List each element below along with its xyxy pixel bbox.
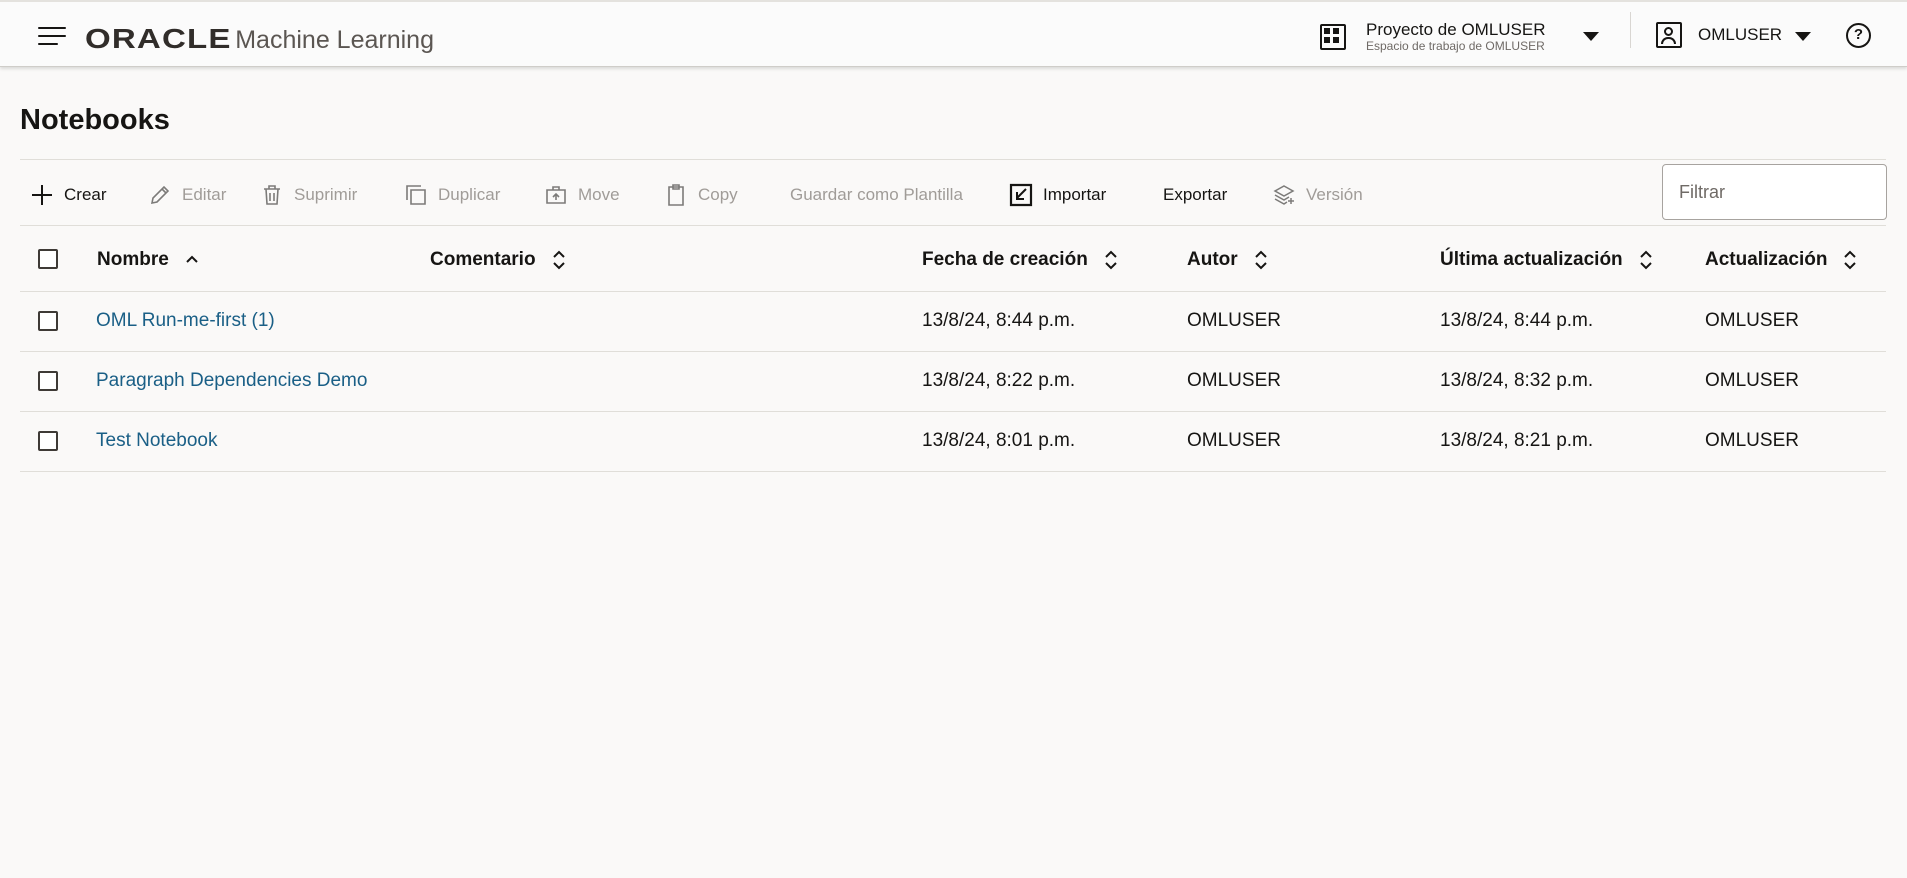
column-header-comment[interactable]: Comentario <box>430 249 566 271</box>
duplicate-icon <box>404 183 428 207</box>
author: OMLUSER <box>1187 310 1281 331</box>
author: OMLUSER <box>1187 430 1281 451</box>
last-updated-date: 13/8/24, 8:21 p.m. <box>1440 430 1594 451</box>
created-date: 13/8/24, 8:01 p.m. <box>922 430 1076 451</box>
row-checkbox[interactable] <box>38 311 58 331</box>
duplicate-label: Duplicar <box>438 185 501 204</box>
save-as-template-label: Guardar como Plantilla <box>790 185 963 204</box>
move-icon <box>544 183 568 207</box>
divider <box>20 159 1886 160</box>
column-label: Fecha de creación <box>922 249 1088 270</box>
move-label: Move <box>578 185 620 204</box>
brand-logo: ORACLE Machine Learning <box>85 23 434 55</box>
updated-by: OMLUSER <box>1705 310 1799 331</box>
project-selector[interactable]: Proyecto de OMLUSER Espacio de trabajo d… <box>1320 19 1546 55</box>
import-icon <box>1009 183 1033 207</box>
page-title: Notebooks <box>20 104 170 136</box>
sort-icon[interactable] <box>1254 250 1268 270</box>
sort-icon[interactable] <box>1843 250 1857 270</box>
notebook-name-link[interactable]: Test Notebook <box>96 430 217 452</box>
project-name: Proyecto de OMLUSER <box>1366 20 1546 39</box>
move-button[interactable]: Move <box>544 180 620 210</box>
table-row: Paragraph Dependencies Demo 13/8/24, 8:2… <box>20 352 1886 412</box>
created-date: 13/8/24, 8:22 p.m. <box>922 370 1076 391</box>
updated-by: OMLUSER <box>1705 370 1799 391</box>
product-name: Machine Learning <box>235 26 434 54</box>
export-button[interactable]: Exportar <box>1163 180 1227 210</box>
user-icon <box>1656 22 1682 48</box>
column-header-updated-by[interactable]: Actualización <box>1705 249 1857 271</box>
duplicate-button[interactable]: Duplicar <box>404 180 500 210</box>
column-label: Última actualización <box>1440 249 1623 270</box>
app-header: ORACLE Machine Learning Proyecto de OMLU… <box>0 0 1907 67</box>
column-label: Autor <box>1187 249 1238 270</box>
notebooks-table: Nombre Comentario Fecha de creación Auto… <box>20 226 1886 472</box>
updated-by: OMLUSER <box>1705 430 1799 451</box>
select-all-checkbox[interactable] <box>38 249 58 269</box>
user-name: OMLUSER <box>1698 25 1783 44</box>
notebook-name-link[interactable]: OML Run-me-first (1) <box>96 310 275 332</box>
copy-button[interactable]: Copy <box>664 180 738 210</box>
sort-ascending-icon[interactable] <box>185 250 199 270</box>
sort-icon[interactable] <box>1639 250 1653 270</box>
export-label: Exportar <box>1163 185 1228 204</box>
row-checkbox[interactable] <box>38 431 58 451</box>
user-menu[interactable]: OMLUSER <box>1656 22 1782 48</box>
table-header: Nombre Comentario Fecha de creación Auto… <box>20 226 1886 292</box>
edit-label: Editar <box>182 185 227 204</box>
sort-icon[interactable] <box>552 250 566 270</box>
chevron-down-icon[interactable] <box>1583 32 1599 41</box>
column-header-created[interactable]: Fecha de creación <box>922 249 1118 271</box>
create-button[interactable]: Crear <box>30 180 107 210</box>
column-header-author[interactable]: Autor <box>1187 249 1268 271</box>
last-updated-date: 13/8/24, 8:32 p.m. <box>1440 370 1594 391</box>
column-label: Actualización <box>1705 249 1828 270</box>
copy-label: Copy <box>698 185 738 204</box>
version-label: Versión <box>1306 185 1363 204</box>
grid-icon <box>1320 24 1346 50</box>
import-label: Importar <box>1043 185 1107 204</box>
sort-icon[interactable] <box>1104 250 1118 270</box>
layers-icon <box>1272 183 1296 207</box>
help-icon[interactable]: ? <box>1846 23 1871 48</box>
filter-input[interactable] <box>1662 164 1887 220</box>
clipboard-icon <box>664 183 688 207</box>
chevron-down-icon[interactable] <box>1795 32 1811 41</box>
oracle-logo: ORACLE <box>85 23 232 54</box>
toolbar: Crear Editar Suprimir Duplicar Move Copy… <box>20 164 1660 224</box>
column-label: Comentario <box>430 249 536 270</box>
hamburger-menu-icon[interactable] <box>38 27 66 45</box>
notebook-name-link[interactable]: Paragraph Dependencies Demo <box>96 370 367 392</box>
column-header-last-updated[interactable]: Última actualización <box>1440 249 1653 271</box>
project-workspace: Espacio de trabajo de OMLUSER <box>1366 39 1545 53</box>
edit-button[interactable]: Editar <box>148 180 226 210</box>
save-as-template-button[interactable]: Guardar como Plantilla <box>790 180 963 210</box>
delete-button[interactable]: Suprimir <box>260 180 357 210</box>
delete-label: Suprimir <box>294 185 358 204</box>
divider <box>1630 12 1631 48</box>
table-row: OML Run-me-first (1) 13/8/24, 8:44 p.m. … <box>20 292 1886 352</box>
row-checkbox[interactable] <box>38 371 58 391</box>
version-button[interactable]: Versión <box>1272 180 1363 210</box>
column-label: Nombre <box>97 249 169 270</box>
plus-icon <box>30 183 54 207</box>
created-date: 13/8/24, 8:44 p.m. <box>922 310 1076 331</box>
last-updated-date: 13/8/24, 8:44 p.m. <box>1440 310 1594 331</box>
create-label: Crear <box>64 185 107 204</box>
import-button[interactable]: Importar <box>1009 180 1106 210</box>
pencil-icon <box>148 183 172 207</box>
trash-icon <box>260 183 284 207</box>
table-row: Test Notebook 13/8/24, 8:01 p.m. OMLUSER… <box>20 412 1886 472</box>
author: OMLUSER <box>1187 370 1281 391</box>
column-header-name[interactable]: Nombre <box>97 249 199 271</box>
